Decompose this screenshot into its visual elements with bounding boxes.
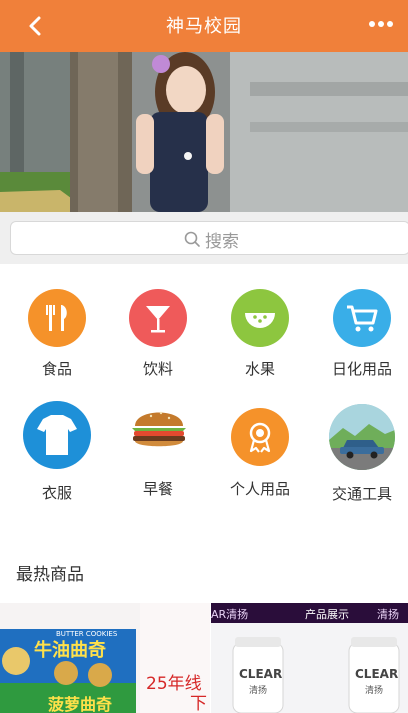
category-label: 水果 <box>244 360 275 378</box>
category-drinks[interactable]: 饮料 <box>108 287 208 382</box>
hot-products-title: 最热商品 <box>16 565 84 585</box>
category-personal-goods[interactable]: 个人用品 <box>210 400 310 506</box>
shampoo-bottle-label-2: CLEAR <box>355 667 399 681</box>
category-breakfast[interactable]: 早餐 <box>108 400 208 506</box>
shampoo-brand-right: 清扬 <box>377 608 399 621</box>
search-icon <box>184 231 200 247</box>
shampoo-bottle-sub-1: 清扬 <box>249 686 268 696</box>
cookies-badge-2: 下 <box>190 694 207 713</box>
fork-knife-icon <box>28 289 86 347</box>
search-area: 搜索 <box>0 212 408 264</box>
shampoo-brand-left: AR清扬 <box>211 608 249 621</box>
burger-icon <box>113 400 205 458</box>
category-clothes[interactable]: 衣服 <box>7 400 107 506</box>
category-label: 个人用品 <box>229 480 290 498</box>
category-label: 早餐 <box>142 480 173 498</box>
cookies-title-1: 牛油曲奇 <box>34 640 106 661</box>
banner-carousel[interactable] <box>0 52 408 212</box>
cocktail-glass-icon <box>129 289 187 347</box>
shopping-cart-icon <box>333 289 391 347</box>
category-food[interactable]: 食品 <box>7 287 107 382</box>
search-placeholder: 搜索 <box>205 232 239 252</box>
watermelon-icon <box>231 289 289 347</box>
more-button[interactable] <box>366 12 396 38</box>
cookies-title-2: 菠萝曲奇 <box>48 695 113 713</box>
medal-icon <box>231 408 289 466</box>
ellipsis-icon <box>369 21 393 27</box>
category-fruit[interactable]: 水果 <box>210 287 310 382</box>
category-label: 交通工具 <box>331 485 392 503</box>
category-transport[interactable]: 交通工具 <box>312 400 408 506</box>
car-icon <box>329 404 395 470</box>
category-label: 饮料 <box>142 360 173 378</box>
page-title: 神马校园 <box>166 16 242 37</box>
shampoo-bottle-label-1: CLEAR <box>239 667 283 681</box>
category-daily-goods[interactable]: 日化用品 <box>312 287 408 382</box>
shampoo-bottle-sub-2: 清扬 <box>365 686 384 696</box>
tshirt-icon <box>23 401 91 469</box>
search-input[interactable]: 搜索 <box>10 221 408 255</box>
shampoo-header-text: 产品展示 <box>305 608 349 621</box>
banner-image <box>0 52 408 212</box>
category-label: 衣服 <box>41 484 72 502</box>
product-card-shampoo[interactable]: AR清扬 产品展示 清扬 CLEAR 清扬 CLEAR 清扬 <box>211 603 408 713</box>
product-card-cookies[interactable]: BUTTER COOKIES 牛油曲奇 菠萝曲奇 25年线 下 <box>0 603 210 713</box>
category-label: 食品 <box>41 360 72 378</box>
top-bar: 神马校园 <box>0 0 408 52</box>
category-label: 日化用品 <box>331 360 392 378</box>
